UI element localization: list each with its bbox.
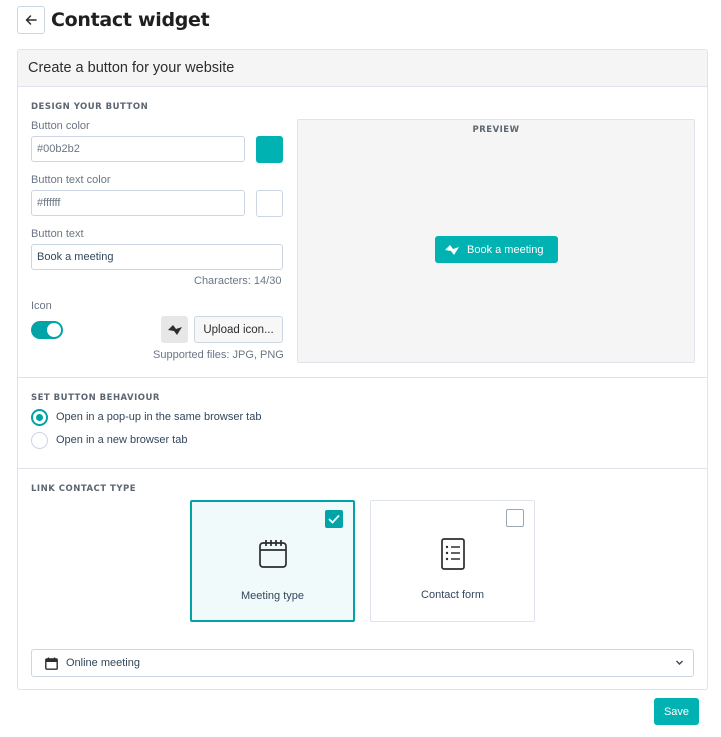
preview-title: PREVIEW: [472, 125, 520, 135]
calendar-icon: [45, 657, 58, 670]
tile-label: Contact form: [421, 589, 484, 601]
button-text-label: Button text: [31, 228, 84, 240]
radio-popup[interactable]: [31, 409, 48, 426]
button-text-color-label: Button text color: [31, 174, 111, 186]
upload-icon-button[interactable]: Upload icon...: [194, 316, 283, 343]
page-header: Contact widget: [17, 6, 210, 34]
tile-meeting-type[interactable]: Meeting type: [190, 500, 355, 622]
select-value: Online meeting: [66, 657, 140, 669]
tile-checkbox[interactable]: [325, 510, 343, 528]
button-color-label: Button color: [31, 120, 90, 132]
calendar-icon: [258, 540, 287, 568]
button-text-input[interactable]: Book a meeting: [31, 244, 283, 270]
radio-new-tab[interactable]: [31, 432, 48, 449]
divider: [18, 468, 707, 469]
card-title: Create a button for your website: [18, 50, 707, 87]
meeting-logo-icon: [167, 324, 182, 335]
character-count: Characters: 14/30: [194, 275, 282, 287]
page-title: Contact widget: [51, 9, 210, 31]
radio-popup-label[interactable]: Open in a pop-up in the same browser tab: [56, 411, 261, 423]
icon-toggle[interactable]: [31, 321, 63, 339]
widget-card: Create a button for your website DESIGN …: [17, 49, 708, 690]
checkmark-icon: [328, 514, 340, 524]
supported-files-text: Supported files: JPG, PNG: [153, 349, 284, 361]
radio-new-tab-label[interactable]: Open in a new browser tab: [56, 434, 187, 446]
behaviour-section-title: SET BUTTON BEHAVIOUR: [31, 393, 160, 403]
toggle-knob: [47, 323, 61, 337]
preview-book-button[interactable]: Book a meeting: [435, 236, 558, 263]
divider: [18, 377, 707, 378]
contact-section-title: LINK CONTACT TYPE: [31, 484, 137, 494]
form-icon: [440, 538, 465, 570]
arrow-left-icon: [25, 15, 37, 25]
current-icon-preview: [161, 316, 188, 343]
design-section-title: DESIGN YOUR BUTTON: [31, 102, 149, 112]
tile-label: Meeting type: [241, 590, 304, 602]
save-button[interactable]: Save: [654, 698, 699, 725]
button-color-input[interactable]: #00b2b2: [31, 136, 245, 162]
back-button[interactable]: [17, 6, 45, 34]
meeting-select[interactable]: Online meeting: [31, 649, 694, 677]
button-text-color-swatch[interactable]: [256, 190, 283, 217]
chevron-down-icon: [676, 660, 683, 665]
tile-contact-form[interactable]: Contact form: [370, 500, 535, 622]
preview-panel: PREVIEW Book a meeting: [297, 119, 695, 363]
button-color-swatch[interactable]: [256, 136, 283, 163]
button-text-color-input[interactable]: #ffffff: [31, 190, 245, 216]
preview-button-label: Book a meeting: [467, 243, 544, 256]
icon-label: Icon: [31, 300, 52, 312]
tile-checkbox[interactable]: [506, 509, 524, 527]
meeting-logo-icon: [445, 244, 459, 255]
